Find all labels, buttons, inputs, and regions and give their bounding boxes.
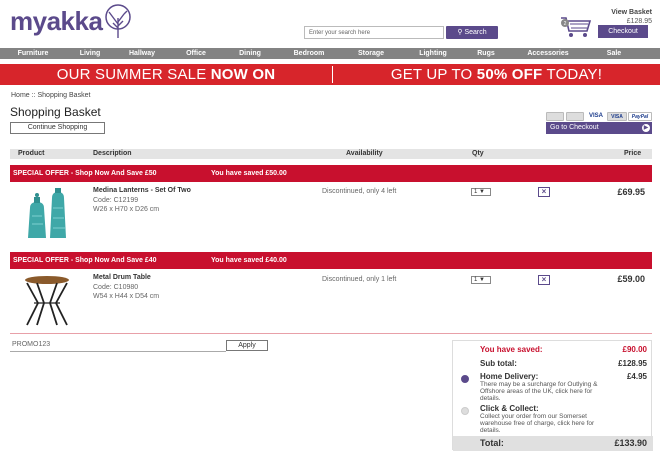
basket-total: £128.95	[626, 18, 652, 25]
availability-text: Discontinued, only 1 left	[322, 276, 397, 283]
col-description: Description	[93, 150, 132, 157]
availability-text: Discontinued, only 4 left	[322, 188, 397, 195]
promo-code-input[interactable]: PROMO123	[10, 341, 226, 352]
lanterns-product-image[interactable]	[20, 186, 74, 240]
offer-saved: You have saved £40.00	[211, 257, 287, 264]
home-delivery-label: Home Delivery:	[480, 372, 539, 381]
chevron-down-icon: ▼	[477, 277, 485, 283]
breadcrumb: Home :: Shopping Basket	[11, 92, 90, 99]
special-offer-bar: SPECIAL OFFER - Shop Now And Save £40 Yo…	[10, 252, 652, 269]
basket-table-header: Product Description Availability Qty Pri…	[10, 149, 652, 159]
col-availability: Availability	[346, 150, 383, 157]
breadcrumb-current: Shopping Basket	[37, 92, 91, 99]
banner-right-bold: 50% OFF	[476, 66, 543, 83]
arrow-right-icon: ▶	[642, 124, 650, 132]
saved-value: £90.00	[622, 345, 647, 354]
banner-right-text: GET UP TO 50% OFF TODAY!	[333, 66, 660, 83]
offer-text: SPECIAL OFFER - Shop Now And Save £50	[13, 170, 157, 177]
site-logo[interactable]: myakka	[10, 6, 103, 37]
tree-logo-icon	[105, 4, 131, 38]
total-row: Total: £133.90	[453, 436, 653, 451]
product-name[interactable]: Medina Lanterns - Set Of Two	[93, 187, 191, 194]
subtotal-value: £128.95	[618, 359, 647, 368]
checkout-button[interactable]: Checkout	[598, 25, 648, 38]
svg-text:2: 2	[564, 21, 567, 27]
view-basket-link[interactable]: View Basket	[590, 9, 652, 16]
product-dimensions: W26 x H70 x D26 cm	[93, 206, 160, 213]
quantity-select[interactable]: 1 ▼	[471, 276, 491, 284]
paypal-icon: PayPal	[628, 112, 652, 121]
search-button-label: Search	[464, 29, 487, 36]
page-title: Shopping Basket	[10, 105, 101, 119]
col-price: Price	[624, 150, 642, 157]
banner-left-pre: OUR SUMMER SALE	[56, 66, 211, 83]
click-collect-label: Click & Collect:	[480, 404, 539, 413]
banner-right-pre: GET UP TO	[390, 66, 477, 83]
click-collect-radio[interactable]	[461, 407, 469, 415]
visa-electron-icon: VISA	[607, 112, 627, 121]
breadcrumb-home[interactable]: Home	[11, 92, 30, 99]
col-qty: Qty	[472, 150, 484, 157]
go-to-checkout-label: Go to Checkout	[550, 124, 599, 131]
cart-icon[interactable]: 2	[560, 14, 592, 38]
drum-table-product-image[interactable]	[20, 273, 74, 327]
mastercard-icon	[546, 112, 564, 121]
nav-item-furniture[interactable]: Furniture	[0, 48, 66, 59]
special-offer-bar: SPECIAL OFFER - Shop Now And Save £50 Yo…	[10, 165, 652, 182]
nav-item-rugs[interactable]: Rugs	[464, 48, 508, 59]
product-name[interactable]: Metal Drum Table	[93, 274, 151, 281]
home-delivery-note: There may be a surcharge for Outlying & …	[480, 381, 598, 402]
saved-label: You have saved:	[480, 345, 543, 354]
search-input[interactable]: Enter your search here	[304, 26, 444, 39]
click-collect-note: Collect your order from our Somerset war…	[480, 413, 595, 434]
apply-promo-button[interactable]: Apply	[226, 340, 268, 351]
total-value: £133.90	[614, 438, 647, 448]
nav-item-office[interactable]: Office	[170, 48, 222, 59]
breadcrumb-separator: ::	[31, 92, 36, 99]
visa-icon: VISA	[586, 112, 606, 121]
nav-item-dining[interactable]: Dining	[222, 48, 278, 59]
product-code: Code: C10980	[93, 284, 139, 291]
search-button[interactable]: ⚲ Search	[446, 26, 498, 39]
col-product: Product	[18, 150, 45, 157]
remove-item-button[interactable]: ×	[538, 187, 550, 197]
home-delivery-radio[interactable]	[461, 375, 469, 383]
nav-item-living[interactable]: Living	[66, 48, 114, 59]
nav-item-storage[interactable]: Storage	[340, 48, 402, 59]
order-summary: You have saved: £90.00 Sub total: £128.9…	[452, 340, 653, 451]
product-code: Code: C12199	[93, 197, 139, 204]
remove-item-button[interactable]: ×	[538, 275, 550, 285]
chevron-down-icon: ▼	[477, 189, 485, 195]
nav-item-sale[interactable]: Sale	[588, 48, 640, 59]
banner-right-post: TODAY!	[542, 66, 603, 83]
banner-left-text: OUR SUMMER SALE NOW ON	[0, 66, 332, 83]
offer-text: SPECIAL OFFER - Shop Now And Save £40	[13, 257, 157, 264]
nav-item-accessories[interactable]: Accessories	[508, 48, 588, 59]
banner-left-bold: NOW ON	[210, 66, 276, 83]
main-nav: Furniture Living Hallway Office Dining B…	[0, 48, 660, 59]
total-label: Total:	[480, 438, 504, 448]
subtotal-label: Sub total:	[480, 359, 517, 368]
product-dimensions: W54 x H44 x D54 cm	[93, 293, 160, 300]
home-delivery-value: £4.95	[626, 372, 647, 381]
sale-banner[interactable]: OUR SUMMER SALE NOW ON GET UP TO 50% OFF…	[0, 64, 660, 85]
continue-shopping-button[interactable]: Continue Shopping	[10, 122, 105, 134]
offer-saved: You have saved £50.00	[211, 170, 287, 177]
go-to-checkout-button[interactable]: Go to Checkout ▶	[546, 122, 652, 134]
basket-divider	[10, 333, 652, 334]
quantity-select[interactable]: 1 ▼	[471, 188, 491, 196]
nav-item-bedroom[interactable]: Bedroom	[278, 48, 340, 59]
nav-item-hallway[interactable]: Hallway	[114, 48, 170, 59]
item-price: £59.00	[617, 274, 645, 284]
nav-item-lighting[interactable]: Lighting	[402, 48, 464, 59]
item-price: £69.95	[617, 187, 645, 197]
maestro-icon	[566, 112, 584, 121]
